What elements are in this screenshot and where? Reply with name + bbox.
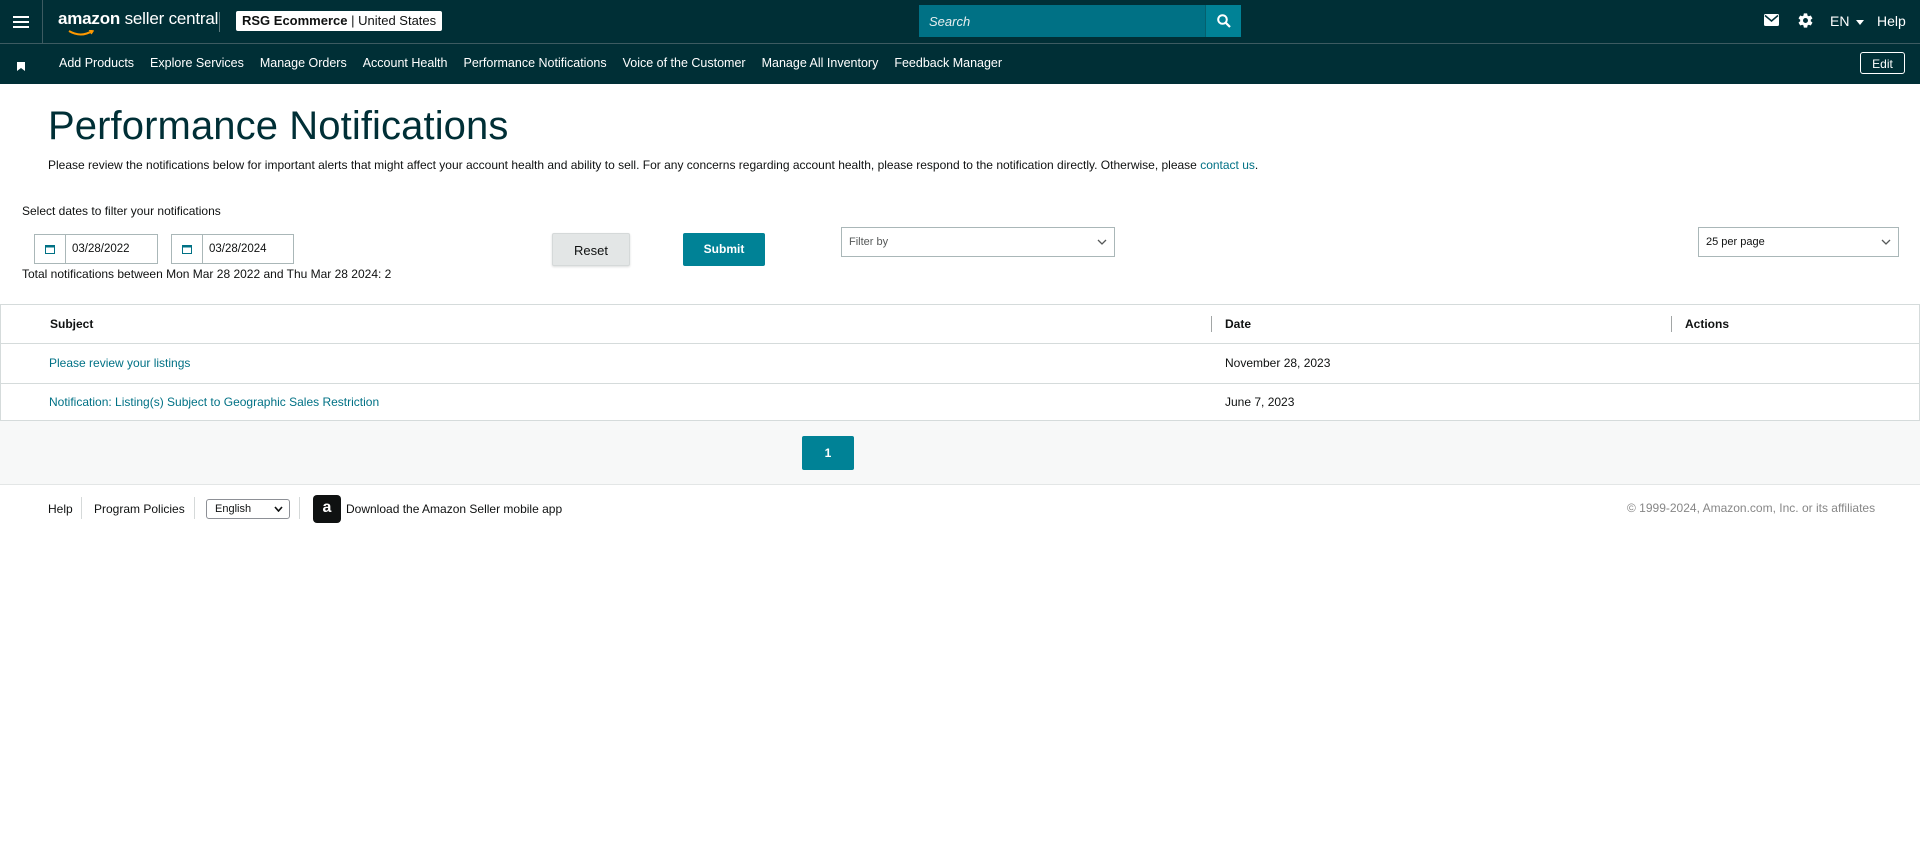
calendar-icon[interactable] [172, 235, 203, 263]
notification-date: June 7, 2023 [1225, 395, 1295, 409]
amazon-seller-app-icon[interactable]: a [313, 495, 341, 523]
footer-divider [299, 497, 300, 519]
start-date-value: 03/28/2022 [72, 243, 130, 255]
date-filter-label: Select dates to filter your notification… [22, 204, 221, 218]
description-end: . [1254, 158, 1259, 172]
chevron-down-icon [274, 506, 283, 512]
amazon-seller-central-logo[interactable]: amazon seller central [58, 9, 219, 36]
logo-amazon: amazon [58, 9, 121, 28]
pagination: 1 [0, 421, 1920, 485]
page-title: Performance Notifications [48, 104, 509, 148]
nav-manage-orders[interactable]: Manage Orders [260, 56, 347, 70]
notification-date: November 28, 2023 [1225, 356, 1331, 370]
header-divider [219, 12, 220, 32]
search-button[interactable] [1205, 5, 1241, 37]
submit-button[interactable]: Submit [683, 233, 765, 266]
language-label: EN [1830, 13, 1850, 29]
account-region: United States [358, 13, 437, 28]
column-actions: Actions [1685, 317, 1730, 331]
table-row: Please review your listings November 28,… [1, 344, 1919, 384]
search-input[interactable] [919, 5, 1189, 37]
logo-seller-central: seller central [120, 9, 219, 28]
end-date-value: 03/28/2024 [209, 243, 267, 255]
total-notifications: Total notifications between Mon Mar 28 2… [22, 267, 392, 281]
start-date-picker[interactable]: 03/28/2022 [34, 234, 158, 264]
notification-subject-link[interactable]: Notification: Listing(s) Subject to Geog… [49, 395, 379, 409]
footer-language-value: English [215, 503, 252, 515]
notifications-table: Subject Date Actions Please review your … [0, 304, 1920, 421]
footer-language-select[interactable]: English [206, 499, 290, 519]
edit-nav-button[interactable]: Edit [1860, 52, 1905, 74]
mail-icon[interactable] [1764, 13, 1779, 31]
menu-icon[interactable] [0, 0, 43, 43]
settings-gear-icon[interactable] [1797, 12, 1814, 34]
footer-divider [81, 497, 82, 519]
nav-voice-of-the-customer[interactable]: Voice of the Customer [623, 56, 746, 70]
download-app-link[interactable]: Download the Amazon Seller mobile app [346, 502, 562, 516]
footer-program-policies-link[interactable]: Program Policies [94, 502, 185, 516]
column-divider [1671, 316, 1672, 332]
description-text: Please review the notifications below fo… [48, 158, 1201, 172]
contact-us-link[interactable]: contact us [1200, 158, 1255, 172]
search-icon [1216, 14, 1231, 28]
search-bar [919, 5, 1241, 37]
end-date-picker[interactable]: 03/28/2024 [171, 234, 294, 264]
bookmark-icon[interactable] [17, 58, 25, 76]
filter-by-placeholder: Filter by [849, 236, 889, 248]
nav-add-products[interactable]: Add Products [59, 56, 134, 70]
page-description: Please review the notifications below fo… [48, 158, 1258, 172]
account-name: RSG Ecommerce [242, 13, 348, 28]
nav-links: Add Products Explore Services Manage Ord… [59, 56, 1018, 70]
column-date[interactable]: Date [1225, 317, 1251, 331]
filter-by-dropdown[interactable]: Filter by [841, 227, 1115, 257]
footer: Help Program Policies English a Download… [0, 495, 1920, 525]
nav-bar: Add Products Explore Services Manage Ord… [0, 44, 1920, 84]
per-page-dropdown[interactable]: 25 per page [1698, 227, 1899, 257]
nav-feedback-manager[interactable]: Feedback Manager [894, 56, 1002, 70]
language-selector[interactable]: EN [1830, 13, 1865, 29]
account-switcher[interactable]: RSG Ecommerce | United States [236, 11, 443, 31]
chevron-down-icon [1097, 239, 1107, 245]
nav-manage-all-inventory[interactable]: Manage All Inventory [762, 56, 879, 70]
nav-explore-services[interactable]: Explore Services [150, 56, 244, 70]
help-link[interactable]: Help [1877, 13, 1906, 29]
nav-performance-notifications[interactable]: Performance Notifications [463, 56, 606, 70]
calendar-icon[interactable] [35, 235, 66, 263]
nav-account-health[interactable]: Account Health [363, 56, 448, 70]
reset-button[interactable]: Reset [552, 233, 630, 266]
caret-down-icon [1856, 19, 1865, 25]
table-row: Notification: Listing(s) Subject to Geog… [1, 383, 1919, 422]
page-1-button[interactable]: 1 [802, 436, 854, 470]
top-header: amazon seller central RSG Ecommerce | Un… [0, 0, 1920, 44]
chevron-down-icon [1881, 239, 1891, 245]
table-header: Subject Date Actions [1, 305, 1919, 344]
notification-subject-link[interactable]: Please review your listings [49, 356, 190, 370]
column-divider [1211, 316, 1212, 332]
column-subject[interactable]: Subject [50, 317, 93, 331]
footer-help-link[interactable]: Help [48, 502, 73, 516]
copyright: © 1999-2024, Amazon.com, Inc. or its aff… [1627, 501, 1876, 515]
per-page-value: 25 per page [1706, 236, 1765, 248]
footer-divider [194, 497, 195, 519]
